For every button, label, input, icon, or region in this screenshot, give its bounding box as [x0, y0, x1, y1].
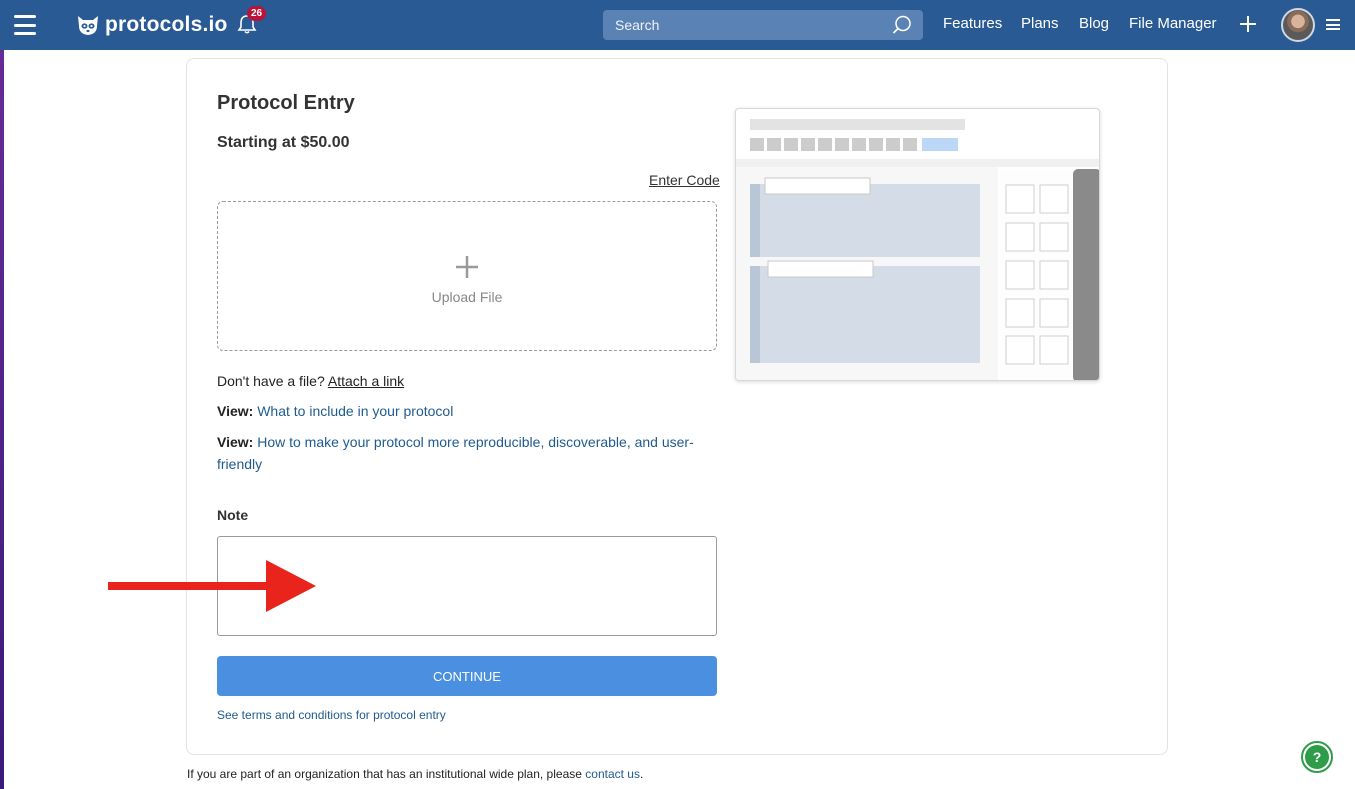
- help-icon: ?: [1305, 745, 1329, 769]
- page-title: Protocol Entry: [217, 92, 355, 114]
- view-line-2: View: How to make your protocol more rep…: [217, 431, 707, 475]
- enter-code-link[interactable]: Enter Code: [649, 172, 720, 188]
- what-to-include-link[interactable]: What to include in your protocol: [257, 403, 453, 419]
- terms-link[interactable]: See terms and conditions for protocol en…: [217, 708, 446, 722]
- protocol-preview-image: [736, 119, 1099, 380]
- raccoon-logo-icon: [78, 16, 98, 35]
- help-button[interactable]: ?: [1301, 741, 1333, 773]
- footer-end: .: [639, 767, 644, 781]
- add-plus-icon[interactable]: [1239, 15, 1257, 33]
- view-prefix: View:: [217, 403, 254, 419]
- continue-button[interactable]: CONTINUE: [217, 656, 717, 696]
- attach-link-line: Don't have a file? Attach a link: [217, 373, 404, 389]
- annotation-arrow-icon: [108, 560, 316, 612]
- footer-note: If you are part of an organization that …: [187, 767, 643, 781]
- upload-file-dropzone[interactable]: Upload File: [217, 201, 717, 351]
- user-avatar[interactable]: [1281, 8, 1315, 42]
- upload-plus-icon: [456, 256, 478, 278]
- attach-link[interactable]: Attach a link: [328, 373, 404, 389]
- window-edge: [0, 0, 4, 789]
- no-file-text: Don't have a file?: [217, 373, 325, 389]
- nav-link-plans[interactable]: Plans: [1021, 15, 1059, 32]
- nav-link-blog[interactable]: Blog: [1079, 15, 1109, 32]
- note-label: Note: [217, 507, 249, 523]
- nav-link-file-manager[interactable]: File Manager: [1129, 15, 1217, 32]
- top-nav-bar: protocols.io 26 Features Plans Blog File…: [0, 0, 1355, 50]
- logo-text: protocols.io: [105, 13, 228, 36]
- upload-file-label: Upload File: [431, 289, 503, 305]
- search-bar: [603, 10, 923, 40]
- search-icon[interactable]: [891, 14, 913, 36]
- footer-text: If you are part of an organization that …: [187, 767, 586, 781]
- view-line-1: View: What to include in your protocol: [217, 403, 453, 419]
- view-prefix: View:: [217, 434, 254, 450]
- logo[interactable]: protocols.io: [76, 11, 228, 39]
- protocol-preview-illustration: [735, 108, 1100, 381]
- account-menu-icon[interactable]: [1326, 19, 1340, 30]
- contact-us-link[interactable]: contact us: [585, 767, 640, 781]
- nav-link-features[interactable]: Features: [943, 15, 1002, 32]
- price-text: Starting at $50.00: [217, 134, 350, 151]
- notification-count-badge: 26: [247, 6, 267, 21]
- hamburger-menu-icon[interactable]: [14, 15, 36, 35]
- search-input[interactable]: [615, 17, 875, 33]
- reproducible-protocol-link[interactable]: How to make your protocol more reproduci…: [217, 434, 694, 472]
